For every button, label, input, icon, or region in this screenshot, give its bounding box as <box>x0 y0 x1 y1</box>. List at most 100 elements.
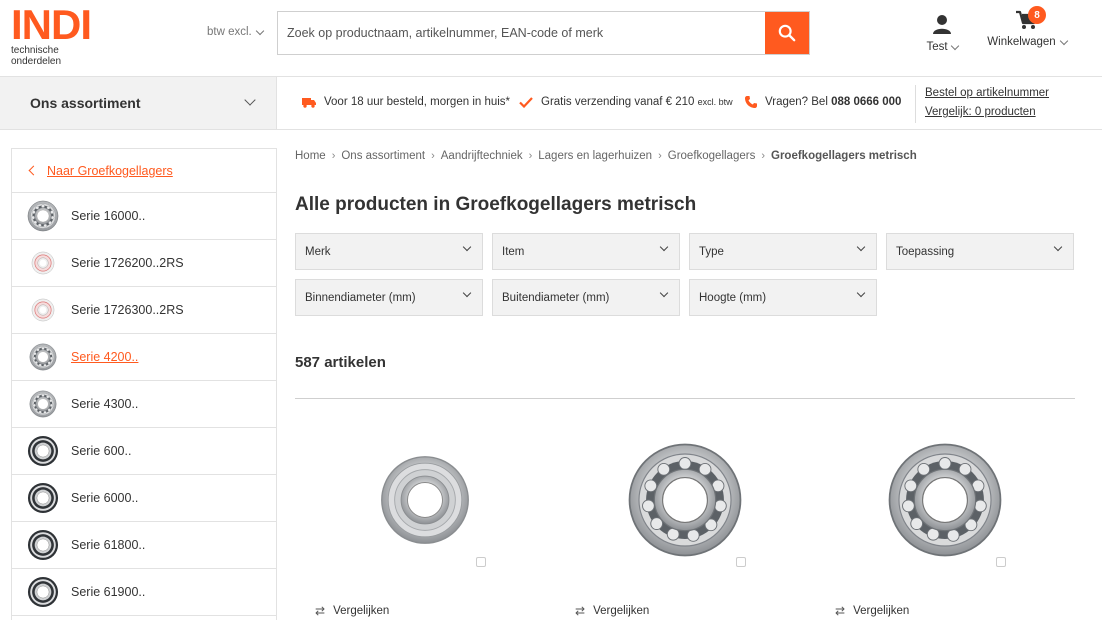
product-image[interactable] <box>815 430 1075 570</box>
assortment-menu-button[interactable]: Ons assortiment <box>0 77 277 129</box>
filter-buitendiameter[interactable]: Buitendiameter (mm) <box>492 279 680 316</box>
assortment-label: Ons assortiment <box>30 95 141 111</box>
compare-arrows-icon: ⇄ <box>315 604 326 618</box>
bearing-icon <box>27 341 59 373</box>
product-image[interactable] <box>295 430 555 570</box>
bearing-icon <box>27 294 59 326</box>
sidebar-item-serie-1726300[interactable]: Serie 1726300..2RS <box>12 287 276 334</box>
search-input[interactable] <box>278 12 765 54</box>
cart-menu[interactable]: 8 Winkelwagen <box>986 6 1068 48</box>
sidebar-item-label: Serie 4200.. <box>71 350 139 364</box>
product-image[interactable] <box>555 430 815 570</box>
usp-shipping-text: Gratis verzending vanaf € 210 <box>541 96 695 108</box>
filter-label: Toepassing <box>896 245 955 258</box>
compare-arrows-icon: ⇄ <box>835 604 846 618</box>
chevron-down-icon <box>1059 36 1068 45</box>
filter-label: Hoogte (mm) <box>699 291 767 304</box>
bearing-icon <box>27 247 59 279</box>
logo-text: INDI <box>11 1 92 48</box>
breadcrumb-current: Groefkogellagers metrisch <box>771 150 917 162</box>
sidebar-item-serie-1726200[interactable]: Serie 1726200..2RS <box>12 240 276 287</box>
breadcrumb-link[interactable]: Home <box>295 150 326 162</box>
usp-delivery: Voor 18 uur besteld, morgen in huis* <box>302 96 510 108</box>
cart-count-badge: 8 <box>1028 6 1046 24</box>
chevron-right-icon: › <box>331 150 336 162</box>
back-to-parent-link[interactable]: Naar Groefkogellagers <box>12 149 276 193</box>
breadcrumb-link[interactable]: Ons assortiment <box>341 150 425 162</box>
compare-checkbox[interactable] <box>736 557 746 567</box>
usp-phone-number[interactable]: 088 0666 000 <box>831 96 901 108</box>
sidebar-item-label: Serie 61800.. <box>71 538 146 552</box>
chevron-right-icon: › <box>431 150 435 162</box>
divider <box>915 85 916 123</box>
sidebar-item-serie-61900[interactable]: Serie 61900.. <box>12 569 276 616</box>
product-card: ⇄ Vergelijken <box>295 430 555 620</box>
sidebar-item-serie-6000[interactable]: Serie 6000.. <box>12 475 276 522</box>
chevron-right-icon: › <box>658 150 662 162</box>
chevron-down-icon <box>856 242 866 252</box>
usp-phone-prefix: Vragen? Bel <box>765 96 828 108</box>
compare-checkbox[interactable] <box>996 557 1006 567</box>
filter-label: Item <box>502 245 525 258</box>
bearing-icon <box>27 576 59 608</box>
sidebar-item-label: Serie 6000.. <box>71 491 139 505</box>
chevron-down-icon <box>255 26 264 35</box>
filter-label: Binnendiameter (mm) <box>305 291 416 304</box>
page-title: Alle producten in Groefkogellagers metri… <box>295 194 697 215</box>
vat-toggle-label: btw excl. <box>207 26 252 38</box>
breadcrumb-link[interactable]: Aandrijftechniek <box>441 150 523 162</box>
usp-phone: Vragen? Bel 088 0666 000 <box>745 96 901 108</box>
sidebar-item-serie-16000[interactable]: Serie 16000.. <box>12 193 276 240</box>
filter-toepassing[interactable]: Toepassing <box>886 233 1074 270</box>
sidebar-item-serie-4300[interactable]: Serie 4300.. <box>12 381 276 428</box>
account-menu[interactable]: Test <box>922 14 962 53</box>
usp-shipping-small: excl. btw <box>697 97 733 107</box>
bearing-icon <box>27 435 59 467</box>
chevron-down-icon <box>1053 242 1063 252</box>
bearing-icon <box>27 529 59 561</box>
filter-type[interactable]: Type <box>689 233 877 270</box>
sidebar-item-label: Serie 61900.. <box>71 585 146 599</box>
usp-bar: Ons assortiment Voor 18 uur besteld, mor… <box>0 77 1102 130</box>
sidebar-item-serie-61800[interactable]: Serie 61800.. <box>12 522 276 569</box>
compare-button[interactable]: ⇄ Vergelijken <box>835 604 909 618</box>
result-count: 587 artikelen <box>295 354 386 371</box>
filter-item[interactable]: Item <box>492 233 680 270</box>
compare-checkbox[interactable] <box>476 557 486 567</box>
compare-button[interactable]: ⇄ Vergelijken <box>575 604 649 618</box>
product-card: ⇄ Vergelijken <box>555 430 815 620</box>
chevron-left-icon <box>28 165 39 176</box>
sidebar-item-label: Serie 16000.. <box>71 209 146 223</box>
logo-subtitle: technische onderdelen <box>11 45 62 67</box>
compare-label: Vergelijken <box>593 605 650 617</box>
compare-button[interactable]: ⇄ Vergelijken <box>315 604 389 618</box>
filter-hoogte[interactable]: Hoogte (mm) <box>689 279 877 316</box>
compare-label: Vergelijken <box>333 605 390 617</box>
chevron-down-icon <box>856 288 866 298</box>
chevron-down-icon <box>244 94 256 106</box>
filter-label: Buitendiameter (mm) <box>502 291 610 304</box>
vat-toggle[interactable]: btw excl. <box>207 26 264 38</box>
breadcrumb-link[interactable]: Groefkogellagers <box>668 150 756 162</box>
cart-label: Winkelwagen <box>987 36 1056 48</box>
sidebar-item-serie-600[interactable]: Serie 600.. <box>12 428 276 475</box>
filter-binnendiameter[interactable]: Binnendiameter (mm) <box>295 279 483 316</box>
bearing-icon <box>27 482 59 514</box>
account-label: Test <box>926 41 948 53</box>
usp-delivery-text: Voor 18 uur besteld, morgen in huis* <box>324 96 511 108</box>
breadcrumb-link[interactable]: Lagers en lagerhuizen <box>538 150 652 162</box>
chevron-right-icon: › <box>528 150 533 162</box>
site-logo[interactable]: INDI technische onderdelen <box>11 1 111 68</box>
chevron-down-icon <box>659 242 669 252</box>
back-label: Naar Groefkogellagers <box>47 163 173 178</box>
breadcrumb: Home › Ons assortiment › Aandrijftechnie… <box>295 150 917 162</box>
check-icon <box>519 96 533 108</box>
filter-merk[interactable]: Merk <box>295 233 483 270</box>
order-by-number-link[interactable]: Bestel op artikelnummer <box>925 87 1049 99</box>
search-button[interactable] <box>765 12 809 54</box>
sidebar-item-serie-4200[interactable]: Serie 4200.. <box>12 334 276 381</box>
category-sidebar: Naar Groefkogellagers Serie 16000.. Seri… <box>11 148 277 620</box>
compare-products-link[interactable]: Vergelijk: 0 producten <box>925 106 1036 118</box>
search-icon <box>778 24 796 42</box>
compare-label: Vergelijken <box>853 605 910 617</box>
